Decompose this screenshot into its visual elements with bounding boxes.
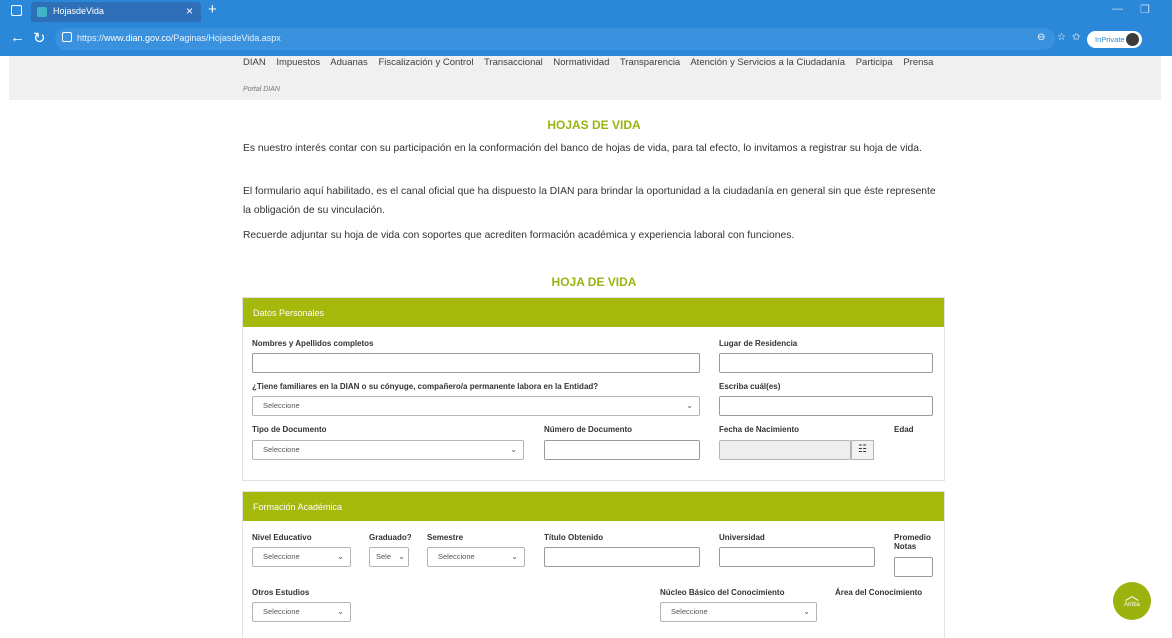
favorite-star-icon[interactable]: ☆ xyxy=(1057,32,1066,43)
nucleo-select[interactable]: Seleccione ⌄ xyxy=(660,602,817,622)
edad-label: Edad xyxy=(894,425,914,434)
academic-header: Formación Académica xyxy=(243,492,944,521)
nivel-educativo-label: Nivel Educativo xyxy=(252,533,312,542)
otros-estudios-select[interactable]: Seleccione ⌄ xyxy=(252,602,351,622)
main-menu: DIAN Impuestos Aduanas Fiscalización y C… xyxy=(243,57,941,68)
address-bar: ← ↻ https://www.dian.gov.co/Paginas/Hoja… xyxy=(0,22,1172,56)
universidad-label: Universidad xyxy=(719,533,765,542)
chevron-down-icon: ⌄ xyxy=(398,552,405,561)
semestre-select[interactable]: Seleccione ⌄ xyxy=(427,547,525,567)
promedio-label: Promedio Notas xyxy=(894,533,931,551)
refresh-icon[interactable]: ↻ xyxy=(33,29,46,47)
titulo-label: Título Obtenido xyxy=(544,533,604,542)
promedio-input[interactable] xyxy=(894,557,933,577)
menu-item-aduanas[interactable]: Aduanas xyxy=(330,57,368,68)
url-text: https://www.dian.gov.co/Paginas/HojasdeV… xyxy=(77,33,281,43)
graduado-select[interactable]: Sele ⌄ xyxy=(369,547,409,567)
url-field[interactable]: https://www.dian.gov.co/Paginas/HojasdeV… xyxy=(55,28,1055,50)
form-title: HOJA DE VIDA xyxy=(551,275,637,289)
numero-documento-label: Número de Documento xyxy=(544,425,633,434)
back-to-top-button[interactable]: ︿ Arriba xyxy=(1113,582,1151,620)
numero-documento-input[interactable] xyxy=(544,440,700,460)
tipo-documento-select[interactable]: Seleccione ⌄ xyxy=(252,440,524,460)
lock-icon xyxy=(62,32,72,42)
nombres-input[interactable] xyxy=(252,353,700,373)
profile-avatar xyxy=(1126,33,1139,46)
intro-paragraph-3: Recuerde adjuntar su hoja de vida con so… xyxy=(243,230,795,241)
universidad-input[interactable] xyxy=(719,547,875,567)
tab-title: HojasdeVida xyxy=(53,6,104,16)
menu-item-transaccional[interactable]: Transaccional xyxy=(484,57,543,68)
nombres-label: Nombres y Apellidos completos xyxy=(252,339,374,348)
residencia-label: Lugar de Residencia xyxy=(719,339,798,348)
personal-data-header: Datos Personales xyxy=(243,298,944,327)
intro-paragraph-1: Es nuestro interés contar con su partici… xyxy=(243,143,922,154)
menu-item-dian[interactable]: DIAN xyxy=(243,57,266,68)
familiares-label: ¿Tiene familiares en la DIAN o su cónyug… xyxy=(252,382,599,391)
page-content: DIAN Impuestos Aduanas Fiscalización y C… xyxy=(9,56,1161,638)
chevron-down-icon: ⌄ xyxy=(337,607,344,616)
inprivate-badge[interactable]: InPrivate xyxy=(1087,31,1142,48)
breadcrumb[interactable]: Portal DIAN xyxy=(243,86,280,93)
otros-estudios-label: Otros Estudios xyxy=(252,588,310,597)
academic-panel: Formación Académica Nivel Educativo Sele… xyxy=(242,491,945,638)
chevron-up-icon: ︿ xyxy=(1125,587,1139,603)
menu-item-prensa[interactable]: Prensa xyxy=(903,57,933,68)
tab-actions-icon[interactable] xyxy=(11,5,22,16)
menu-item-participa[interactable]: Participa xyxy=(856,57,893,68)
minimize-icon[interactable]: — xyxy=(1112,3,1123,15)
chevron-down-icon: ⌄ xyxy=(511,552,518,561)
personal-data-panel: Datos Personales Nombres y Apellidos com… xyxy=(242,297,945,481)
favicon-icon xyxy=(37,7,47,17)
browser-tab[interactable]: HojasdeVida × xyxy=(31,2,201,22)
menu-item-normatividad[interactable]: Normatividad xyxy=(553,57,609,68)
close-tab-icon[interactable]: × xyxy=(186,4,193,18)
browser-titlebar: HojasdeVida × + — ❐ xyxy=(0,0,1172,22)
fecha-nacimiento-label: Fecha de Nacimiento xyxy=(719,425,800,434)
cuales-label: Escriba cuál(es) xyxy=(719,382,781,391)
cuales-input[interactable] xyxy=(719,396,933,416)
restore-icon[interactable]: ❐ xyxy=(1140,3,1150,16)
intro-paragraph-2: El formulario aquí habilitado, es el can… xyxy=(243,186,936,216)
back-icon[interactable]: ← xyxy=(10,29,25,46)
favorites-icon[interactable]: ✩ xyxy=(1072,32,1080,43)
fecha-nacimiento-input[interactable] xyxy=(719,440,851,460)
chevron-down-icon: ⌄ xyxy=(686,401,693,410)
area-label: Área del Conocimiento xyxy=(835,588,923,597)
menu-item-fiscalizacion[interactable]: Fiscalización y Control xyxy=(378,57,473,68)
new-tab-button[interactable]: + xyxy=(208,1,217,18)
nivel-educativo-select[interactable]: Seleccione ⌄ xyxy=(252,547,351,567)
titulo-input[interactable] xyxy=(544,547,700,567)
tipo-documento-label: Tipo de Documento xyxy=(252,425,327,434)
page-title: HOJAS DE VIDA xyxy=(547,118,641,132)
semestre-label: Semestre xyxy=(427,533,464,542)
menu-item-impuestos[interactable]: Impuestos xyxy=(276,57,320,68)
chevron-down-icon: ⌄ xyxy=(510,445,517,454)
graduado-label: Graduado? xyxy=(369,533,412,542)
nucleo-label: Núcleo Básico del Conocimiento xyxy=(660,588,785,597)
chevron-down-icon: ⌄ xyxy=(803,607,810,616)
menu-item-atencion[interactable]: Atención y Servicios a la Ciudadanía xyxy=(690,57,845,68)
residencia-input[interactable] xyxy=(719,353,933,373)
zoom-icon[interactable]: ⊖ xyxy=(1037,32,1045,43)
menu-item-transparencia[interactable]: Transparencia xyxy=(620,57,680,68)
calendar-icon[interactable]: ☷ xyxy=(851,440,874,460)
chevron-down-icon: ⌄ xyxy=(337,552,344,561)
familiares-select[interactable]: Seleccione ⌄ xyxy=(252,396,700,416)
